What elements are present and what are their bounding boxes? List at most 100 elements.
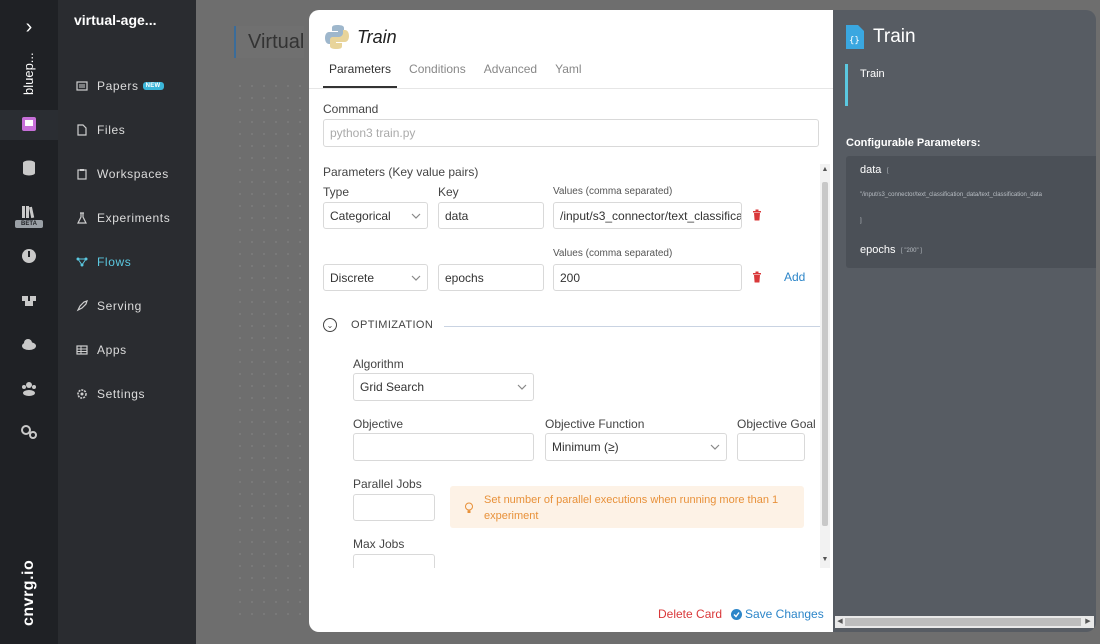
param-values-input[interactable]: 200 bbox=[553, 264, 742, 291]
chevron-down-icon bbox=[411, 213, 421, 219]
objective-function-label: Objective Function bbox=[545, 417, 645, 431]
expand-chevron-icon[interactable]: › bbox=[18, 16, 40, 38]
max-jobs-label: Max Jobs bbox=[353, 537, 405, 551]
param-type-select[interactable]: Discrete bbox=[323, 264, 428, 291]
gear-icon bbox=[76, 388, 88, 400]
objective-function-value: Minimum (≥) bbox=[552, 440, 619, 454]
nav-item-label: Settings bbox=[97, 387, 146, 401]
task-modal: Train Parameters Conditions Advanced Yam… bbox=[309, 10, 833, 632]
objective-goal-input[interactable] bbox=[737, 433, 805, 461]
nav-item-workspaces[interactable]: Workspaces bbox=[76, 164, 169, 184]
papers-icon bbox=[76, 80, 88, 92]
nav-item-label: Papers bbox=[97, 79, 139, 93]
icon-rail: › bluep... BETA cnvrg.io bbox=[0, 0, 58, 644]
objective-function-select[interactable]: Minimum (≥) bbox=[545, 433, 727, 461]
tab-parameters[interactable]: Parameters bbox=[323, 62, 398, 88]
add-param-button[interactable]: Add bbox=[784, 270, 805, 284]
scrollbar-thumb[interactable] bbox=[845, 618, 1081, 626]
values-label: Values (comma separated) bbox=[553, 248, 673, 259]
new-badge: NEW bbox=[142, 82, 164, 90]
horizontal-scrollbar[interactable]: ◀ ▶ bbox=[835, 616, 1094, 628]
param-key-input[interactable]: epochs bbox=[438, 264, 544, 291]
nav-item-experiments[interactable]: Experiments bbox=[76, 208, 170, 228]
containers-icon[interactable] bbox=[19, 290, 39, 310]
settings-gears-icon[interactable] bbox=[19, 422, 39, 442]
parallel-jobs-label: Parallel Jobs bbox=[353, 477, 422, 491]
params-label: Parameters (Key value pairs) bbox=[323, 165, 479, 179]
workspace-icon bbox=[76, 168, 88, 180]
lightbulb-icon bbox=[465, 502, 473, 513]
param-value: "/input/s3_connector/text_classification… bbox=[860, 192, 1042, 198]
flask-icon bbox=[76, 212, 88, 224]
scroll-up-icon[interactable]: ▲ bbox=[821, 166, 829, 174]
nav-item-settings[interactable]: Settings bbox=[76, 384, 145, 404]
preview-header: {} Train bbox=[845, 24, 916, 50]
page-title: Virtual bbox=[234, 26, 305, 58]
param-type-value: Categorical bbox=[330, 208, 391, 223]
database-icon[interactable] bbox=[19, 158, 39, 178]
command-label: Command bbox=[323, 102, 379, 116]
trash-icon[interactable] bbox=[752, 271, 762, 283]
project-nav: virtual-age... Papers NEW Files Workspac… bbox=[58, 0, 196, 644]
scroll-right-icon[interactable]: ▶ bbox=[1084, 617, 1092, 627]
modal-scrollbar[interactable]: ▲ ▼ bbox=[820, 164, 830, 568]
nav-item-apps[interactable]: Apps bbox=[76, 340, 127, 360]
tab-divider bbox=[309, 88, 833, 89]
nav-item-papers[interactable]: Papers NEW bbox=[76, 76, 164, 96]
nav-item-flows[interactable]: Flows bbox=[76, 252, 131, 272]
type-label: Type bbox=[323, 185, 350, 199]
rocket-icon bbox=[76, 300, 88, 312]
optimization-section[interactable]: ⌄ OPTIMIZATION bbox=[323, 318, 433, 332]
svg-text:{}: {} bbox=[849, 36, 860, 46]
param-key: data bbox=[860, 164, 882, 176]
objective-input[interactable] bbox=[353, 433, 534, 461]
nav-item-files[interactable]: Files bbox=[76, 120, 125, 140]
param-bracket: [ bbox=[887, 168, 889, 174]
library-icon[interactable] bbox=[19, 202, 39, 222]
nav-item-serving[interactable]: Serving bbox=[76, 296, 142, 316]
nav-item-label: Apps bbox=[97, 343, 127, 357]
param-key-input[interactable]: data bbox=[438, 202, 544, 229]
max-jobs-input[interactable] bbox=[353, 554, 435, 568]
nav-item-label: Files bbox=[97, 123, 126, 137]
cloud-icon[interactable] bbox=[19, 334, 39, 354]
trash-icon[interactable] bbox=[752, 209, 762, 221]
node-indicator bbox=[845, 64, 848, 106]
dashboard-icon[interactable] bbox=[19, 246, 39, 266]
configurable-params-heading: Configurable Parameters: bbox=[846, 137, 981, 149]
nav-item-label: Serving bbox=[97, 299, 142, 313]
nav-item-label: Flows bbox=[97, 255, 132, 269]
algorithm-select[interactable]: Grid Search bbox=[353, 373, 534, 401]
save-changes-button[interactable]: Save Changes bbox=[731, 607, 824, 621]
parallel-jobs-input[interactable] bbox=[353, 494, 435, 521]
scroll-left-icon[interactable]: ◀ bbox=[836, 617, 844, 627]
chevron-down-circle-icon[interactable]: ⌄ bbox=[323, 318, 337, 332]
flow-preview-panel: {} Train Train Configurable Parameters: … bbox=[833, 10, 1096, 632]
scrollbar-thumb[interactable] bbox=[822, 182, 828, 526]
project-name[interactable]: bluep... bbox=[14, 44, 44, 104]
tab-yaml[interactable]: Yaml bbox=[549, 62, 587, 88]
check-circle-icon bbox=[731, 608, 742, 620]
modal-tabs: Parameters Conditions Advanced Yaml bbox=[323, 62, 594, 88]
param-values-input[interactable]: /input/s3_connector/text_classifica bbox=[553, 202, 742, 229]
modal-title: Train bbox=[357, 26, 397, 47]
beta-badge: BETA bbox=[15, 220, 43, 228]
scroll-down-icon[interactable]: ▼ bbox=[821, 556, 829, 564]
values-label: Values (comma separated) bbox=[553, 186, 673, 197]
section-divider bbox=[444, 326, 820, 327]
canvas-grid bbox=[234, 80, 314, 620]
delete-card-button[interactable]: Delete Card bbox=[658, 607, 722, 621]
command-input[interactable]: python3 train.py bbox=[323, 119, 819, 147]
algorithm-label: Algorithm bbox=[353, 357, 404, 371]
tab-conditions[interactable]: Conditions bbox=[403, 62, 472, 88]
optimization-label: OPTIMIZATION bbox=[351, 319, 434, 331]
tab-advanced[interactable]: Advanced bbox=[478, 62, 543, 88]
project-title[interactable]: virtual-age... bbox=[74, 12, 156, 28]
users-icon[interactable] bbox=[19, 378, 39, 398]
key-label: Key bbox=[438, 185, 459, 199]
table-icon bbox=[76, 344, 88, 356]
param-type-select[interactable]: Categorical bbox=[323, 202, 428, 229]
hint-text: Set number of parallel executions when r… bbox=[484, 494, 779, 522]
blueprint-icon[interactable] bbox=[19, 114, 39, 134]
python-icon bbox=[325, 25, 349, 49]
